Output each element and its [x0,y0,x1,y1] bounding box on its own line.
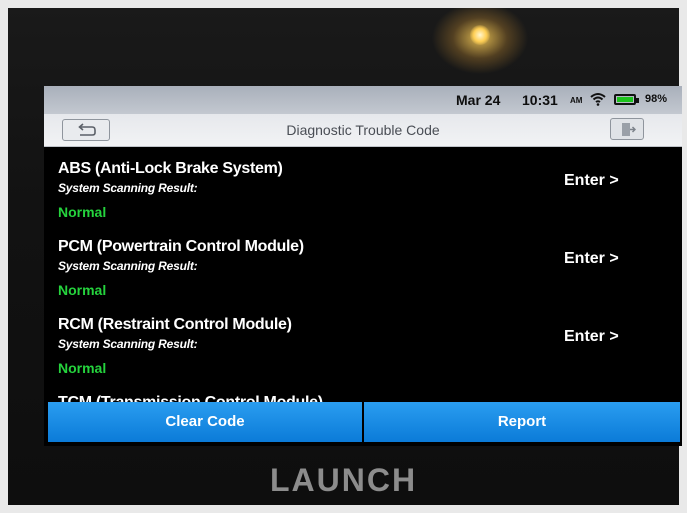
title-bar: Diagnostic Trouble Code [44,114,682,147]
enter-button[interactable]: Enter > [564,328,619,346]
system-name: TCM (Transmission Control Module) [58,394,323,402]
status-ampm: AM [570,96,583,105]
system-name: ABS (Anti-Lock Brake System) [58,160,283,177]
exit-button[interactable] [610,118,644,140]
report-button[interactable]: Report [364,402,680,442]
system-name: RCM (Restraint Control Module) [58,316,292,333]
device-brand-logo: LAUNCH [269,462,418,498]
device-screen: Mar 24 10:31 AM 98% Diagnostic Trouble C… [44,86,682,446]
enter-button[interactable]: Enter > [564,172,619,190]
list-item[interactable]: TCM (Transmission Control Module) [44,380,682,402]
battery-icon [614,94,639,105]
list-item[interactable]: ABS (Anti-Lock Brake System) System Scan… [44,146,682,226]
battery-percent: 98% [645,93,668,105]
battery-fill [617,97,633,102]
enter-button[interactable]: Enter > [564,250,619,268]
status-date: Mar 24 [456,92,501,108]
page-title: Diagnostic Trouble Code [286,122,440,138]
result-label: System Scanning Result: [58,337,198,351]
system-name: PCM (Powertrain Control Module) [58,238,304,255]
list-item[interactable]: PCM (Powertrain Control Module) System S… [44,224,682,304]
status-badge: Normal [58,360,107,376]
list-item[interactable]: RCM (Restraint Control Module) System Sc… [44,302,682,382]
status-time: 10:31 [522,92,558,108]
system-list: ABS (Anti-Lock Brake System) System Scan… [44,146,682,402]
status-badge: Normal [58,204,107,220]
wifi-icon [590,92,606,106]
clear-code-button[interactable]: Clear Code [48,402,362,442]
result-label: System Scanning Result: [58,181,198,195]
bottom-action-bar: Clear Code Report [44,402,682,442]
status-badge: Normal [58,282,107,298]
result-label: System Scanning Result: [58,259,198,273]
status-bar: Mar 24 10:31 AM 98% [44,86,682,114]
